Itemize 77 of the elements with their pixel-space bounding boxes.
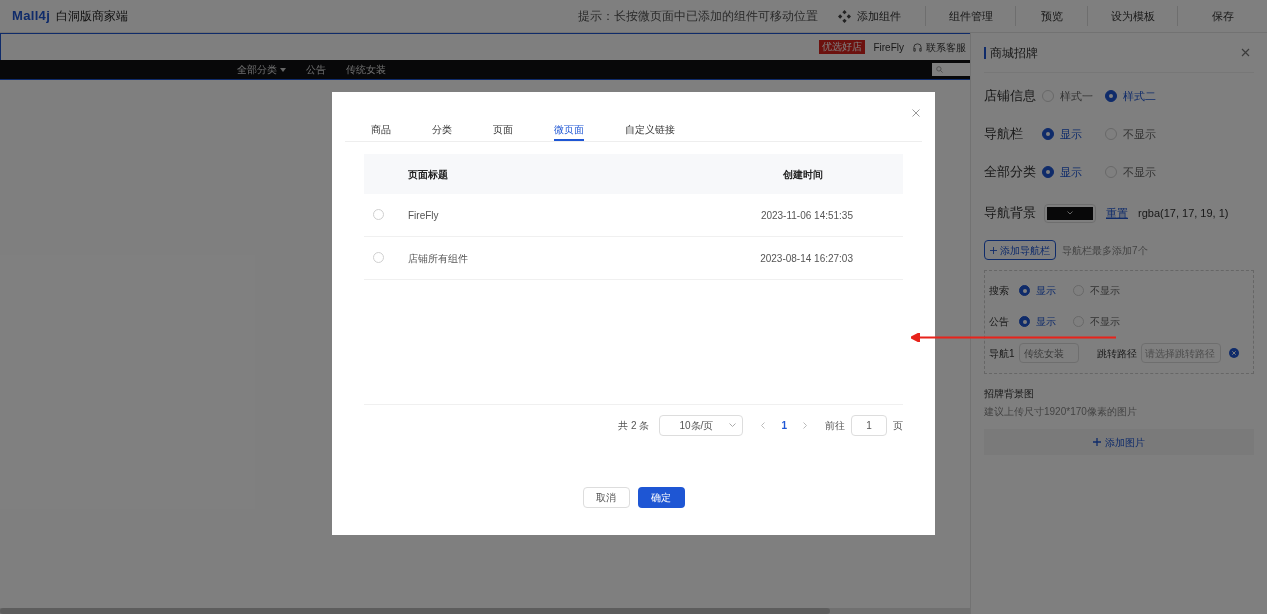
cancel-button[interactable]: 取消 xyxy=(582,487,630,508)
radio-button[interactable] xyxy=(1042,128,1054,140)
shop-badge: 优选好店 xyxy=(819,40,866,54)
toolbar-button[interactable]: 组件管理 xyxy=(925,6,1015,26)
grid-icon xyxy=(838,9,851,23)
color-value: rgba(17, 17, 19, 1) xyxy=(1138,205,1229,221)
radio-label[interactable]: 显示 xyxy=(1036,283,1056,298)
option-label: 跳转路径 xyxy=(1096,346,1137,361)
color-picker[interactable] xyxy=(1044,203,1096,223)
chevron-right-icon[interactable] xyxy=(803,421,807,429)
radio-label[interactable]: 不显示 xyxy=(1123,163,1156,181)
toolbar-button[interactable]: 保存 xyxy=(1177,6,1267,26)
radio-label[interactable]: 不显示 xyxy=(1090,283,1120,298)
radio-label[interactable]: 显示 xyxy=(1036,314,1056,329)
nav-item[interactable]: 传统女装 xyxy=(346,62,386,77)
close-icon[interactable] xyxy=(1228,348,1239,358)
plus-icon xyxy=(1093,438,1101,446)
shop-name: FireFly xyxy=(873,40,904,55)
option-label: 导航1 xyxy=(989,346,1015,361)
tab[interactable]: 分类 xyxy=(432,119,452,141)
option-label: 店铺信息 xyxy=(984,87,1037,106)
tab[interactable]: 微页面 xyxy=(554,119,584,141)
section-title: 招牌背景图 xyxy=(984,387,1035,401)
radio-label[interactable]: 显示 xyxy=(1060,125,1082,143)
option-label: 全部分类 xyxy=(984,163,1037,182)
plus-icon xyxy=(990,246,997,254)
search-icon xyxy=(936,66,943,73)
caret-icon xyxy=(280,67,286,72)
reset-link[interactable]: 重置 xyxy=(1106,204,1128,222)
toolbar-button[interactable]: 预览 xyxy=(1015,6,1087,26)
option-label: 公告 xyxy=(989,315,1010,329)
chevron-down-icon xyxy=(729,423,737,427)
radio-label[interactable]: 不显示 xyxy=(1123,125,1156,143)
panel-title: 商城招牌 xyxy=(990,44,1038,62)
option-label: 搜索 xyxy=(989,284,1010,298)
hint-text: 提示：长按微页面中已添加的组件可移动位置 xyxy=(578,8,818,25)
tab[interactable]: 商品 xyxy=(371,119,391,141)
radio-button[interactable] xyxy=(1019,285,1030,296)
table-cell-text: FireFly xyxy=(408,208,439,223)
add-nav-button[interactable]: 添加导航栏 xyxy=(984,240,1056,260)
contact-link[interactable]: 联系客服 xyxy=(926,39,966,55)
app-title: 白洞版商家端 xyxy=(56,8,129,25)
toolbar-button[interactable]: 设为模板 xyxy=(1087,6,1177,26)
chevron-down-icon xyxy=(1067,211,1073,215)
tab[interactable]: 自定义链接 xyxy=(625,119,675,141)
confirm-button[interactable]: 确定 xyxy=(637,487,685,508)
radio-label[interactable]: 不显示 xyxy=(1090,314,1120,329)
radio-button[interactable] xyxy=(1042,166,1054,178)
option-label: 导航栏 xyxy=(984,125,1024,144)
headset-icon xyxy=(912,41,923,53)
logo: Mall4j xyxy=(12,7,51,26)
radio-label[interactable]: 样式二 xyxy=(1123,87,1156,105)
page-suffix: 页 xyxy=(893,418,903,433)
table-cell-text: 2023-11-06 14:51:35 xyxy=(760,208,853,223)
column-header: 创建时间 xyxy=(783,167,823,182)
tab[interactable]: 页面 xyxy=(493,119,513,141)
add-component-button[interactable]: 添加组件 xyxy=(838,7,925,25)
page-number[interactable]: 1 xyxy=(781,417,787,433)
chevron-left-icon[interactable] xyxy=(761,421,766,429)
page-size-select[interactable]: 10条/页 xyxy=(659,414,744,436)
close-icon[interactable] xyxy=(912,109,920,117)
nav-name-field[interactable]: 传统女装 xyxy=(1018,343,1079,363)
page-input[interactable]: 1 xyxy=(851,414,887,436)
search-field[interactable] xyxy=(932,63,970,76)
nav-item[interactable]: 公告 xyxy=(306,62,326,77)
goto-label: 前往 xyxy=(825,418,845,433)
nav-item[interactable]: 全部分类 xyxy=(237,62,286,77)
radio-button[interactable] xyxy=(1105,90,1117,102)
option-label: 导航背景 xyxy=(984,204,1037,223)
add-image-button[interactable]: 添加图片 xyxy=(984,429,1254,455)
column-header: 页面标题 xyxy=(408,167,448,182)
total-count: 共 2 条 xyxy=(618,418,650,433)
close-icon[interactable] xyxy=(1241,48,1250,57)
table-cell-text: 2023-08-14 16:27:03 xyxy=(760,251,853,266)
radio-button[interactable] xyxy=(1019,316,1030,327)
table-cell-text: 店铺所有组件 xyxy=(408,251,468,266)
radio-label[interactable]: 显示 xyxy=(1060,163,1082,181)
